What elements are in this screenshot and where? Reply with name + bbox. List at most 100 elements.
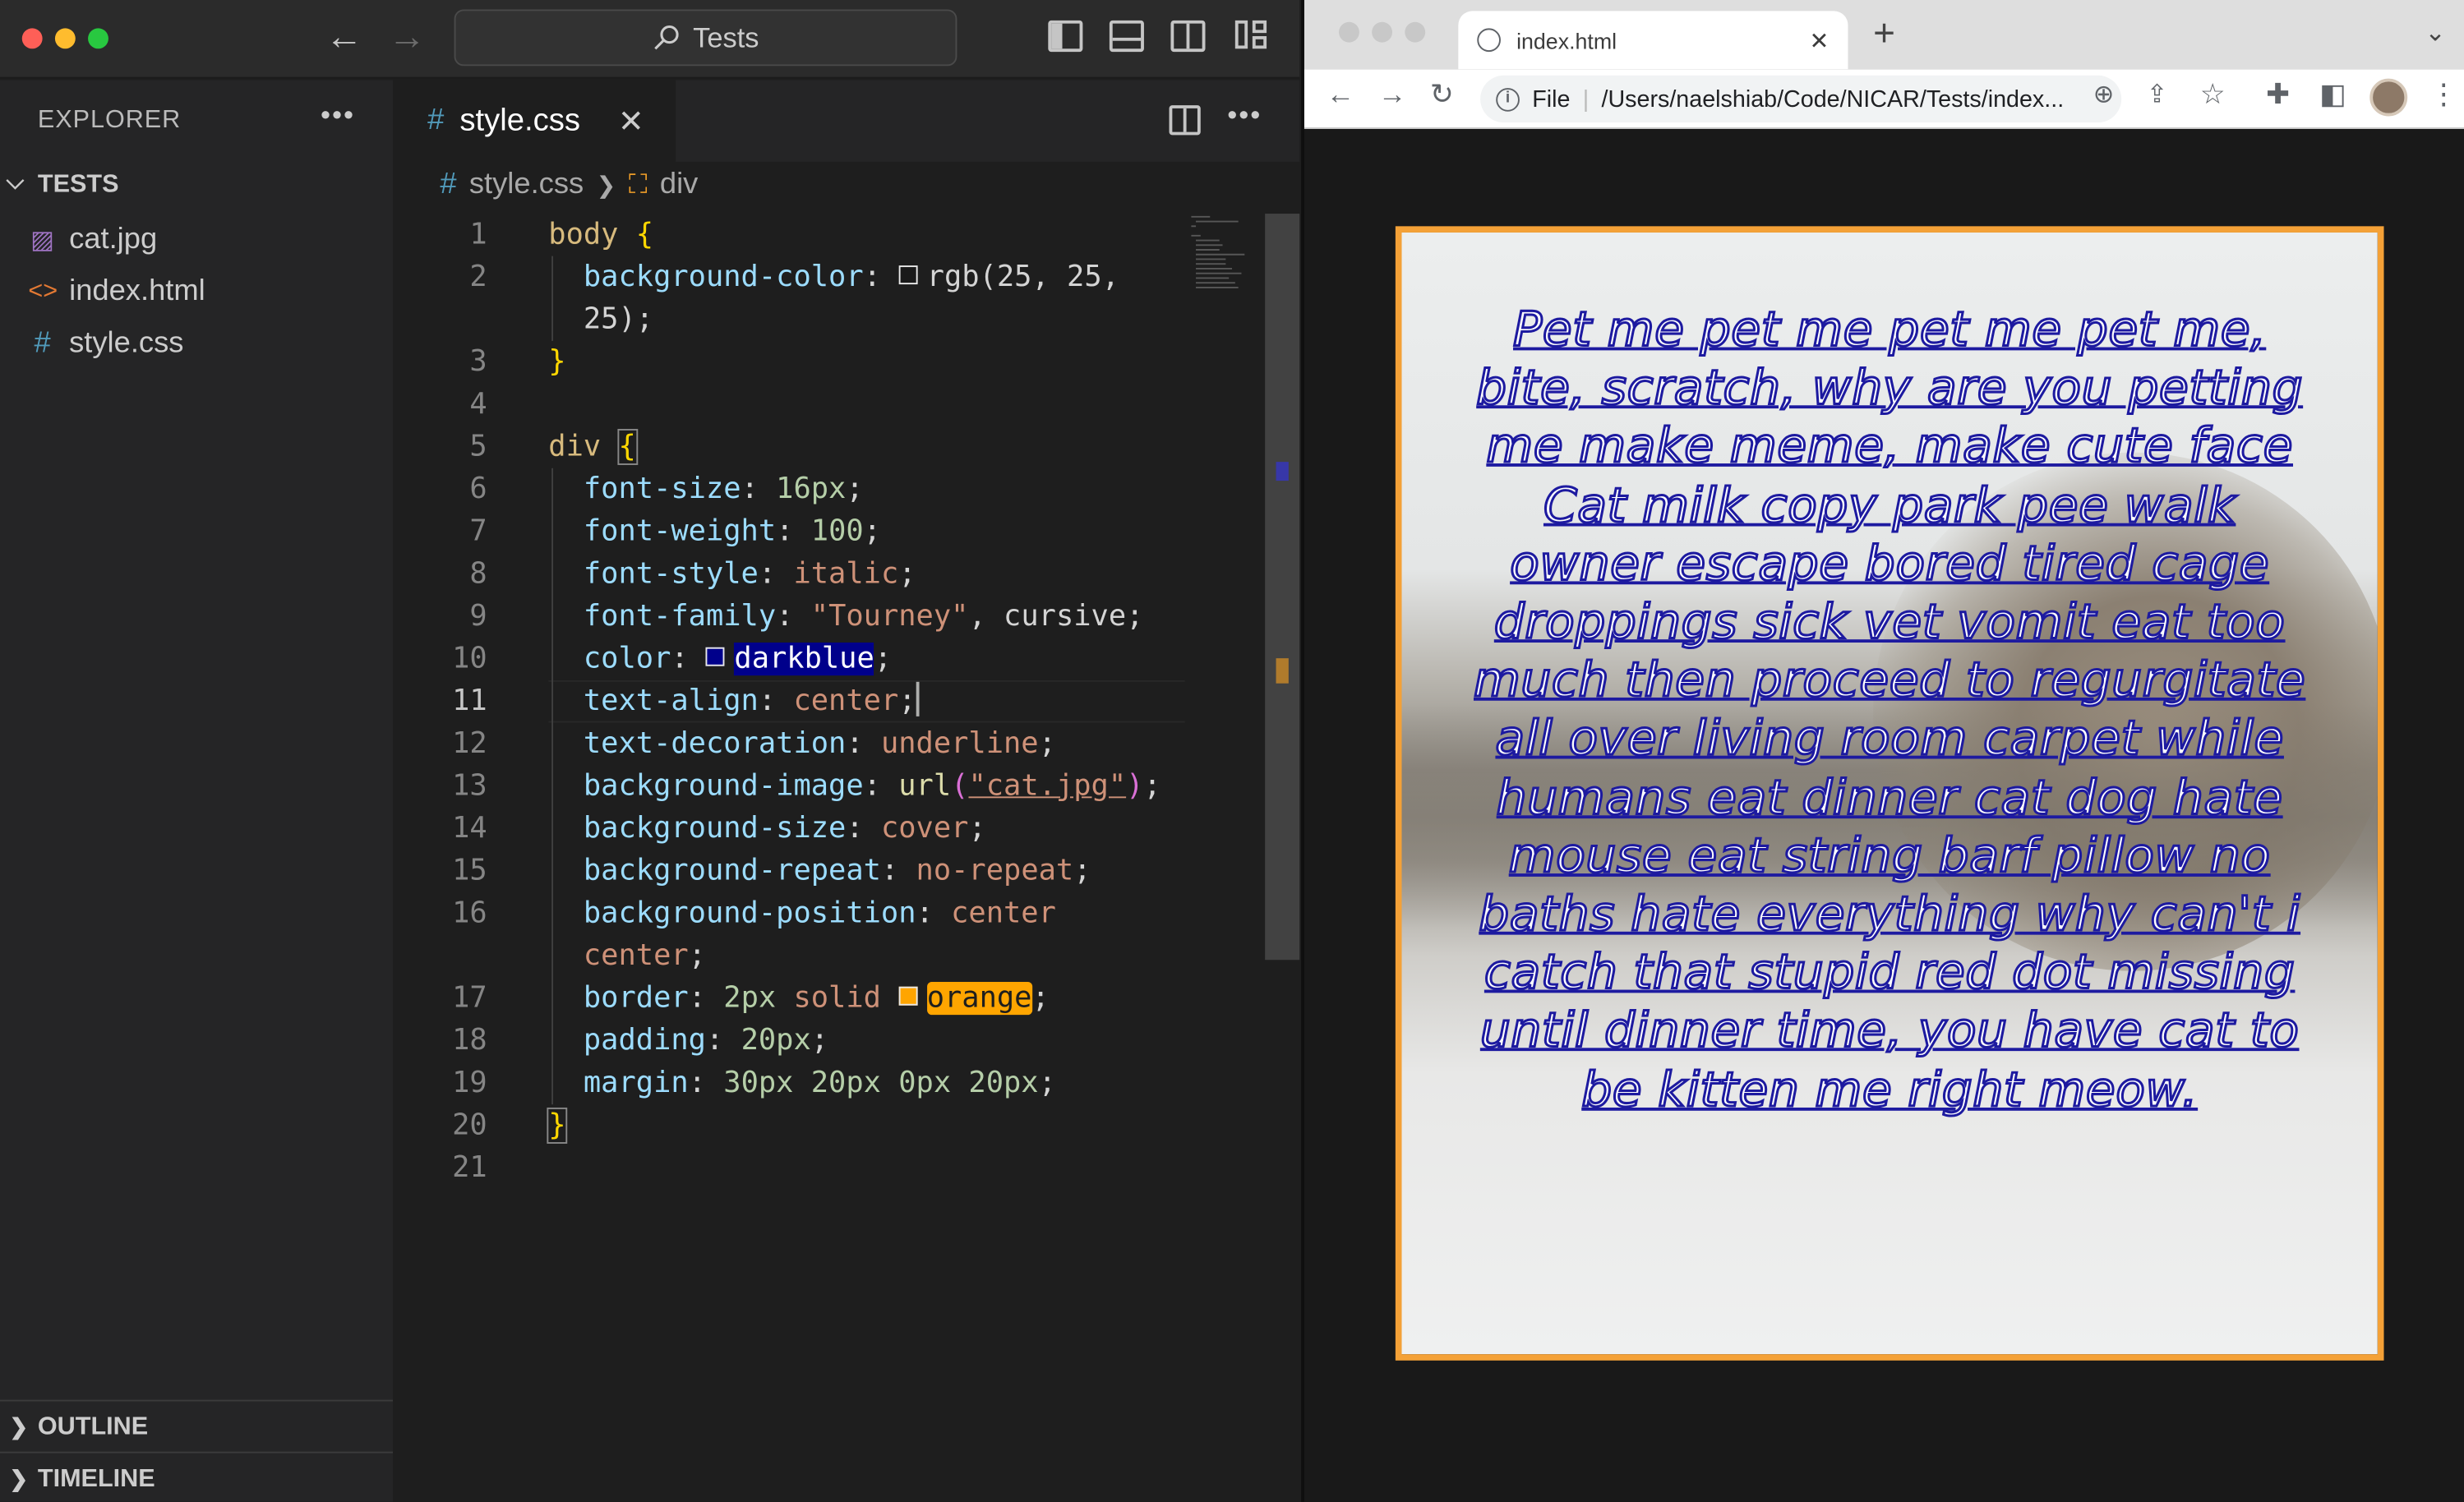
desktop: ← → Tests EXPLORER ••• ⌵ TESTS ▨ cat.jpg… bbox=[0, 0, 2464, 1502]
side-panel-icon[interactable]: ◧ bbox=[2319, 79, 2346, 112]
symbol-class-icon: ⛶ bbox=[628, 169, 648, 200]
folder-label: TESTS bbox=[37, 171, 119, 198]
explorer-title: EXPLORER bbox=[37, 107, 182, 134]
more-menu-icon[interactable]: ⋮ bbox=[2429, 79, 2457, 112]
html-file-icon: <> bbox=[28, 278, 58, 305]
code-line: 5 div { bbox=[469, 428, 638, 465]
vertical-scrollbar[interactable] bbox=[1265, 214, 1300, 961]
breadcrumb-symbol[interactable]: div bbox=[660, 168, 698, 203]
new-tab-button[interactable]: + bbox=[1873, 12, 1895, 57]
color-swatch[interactable] bbox=[705, 647, 725, 666]
css-file-icon: # bbox=[34, 326, 51, 360]
code-line: 1 body { bbox=[469, 218, 654, 251]
close-tab-icon[interactable]: ✕ bbox=[1810, 26, 1830, 54]
reload-icon[interactable]: ↻ bbox=[1430, 79, 1454, 112]
code-line: 2 background-color: rgb(25, 25, bbox=[469, 260, 1119, 294]
file-label: cat.jpg bbox=[69, 223, 158, 256]
search-icon bbox=[654, 25, 679, 50]
toggle-panel-icon[interactable] bbox=[1109, 20, 1144, 53]
code-line: 6 font-size: 16px; bbox=[469, 472, 864, 506]
code-line: 19 margin: 30px 20px 0px 20px; bbox=[452, 1067, 1056, 1100]
explorer-sidebar: EXPLORER ••• ⌵ TESTS ▨ cat.jpg <> index.… bbox=[0, 80, 393, 1502]
browser-window: index.html ✕ + ⌄ ← → ↻ i File | /Users/n… bbox=[1301, 0, 2464, 1502]
color-swatch[interactable] bbox=[898, 986, 918, 1006]
chevron-down-icon: ⌵ bbox=[6, 168, 25, 196]
code-line-wrap: center; bbox=[583, 939, 706, 973]
breadcrumb: # style.css ❯ ⛶ div bbox=[440, 168, 698, 203]
tab-style-css[interactable]: # style.css ✕ bbox=[393, 80, 676, 162]
chevron-right-icon: ❯ bbox=[596, 173, 616, 200]
outline-panel-header[interactable]: ❯ OUTLINE bbox=[0, 1399, 393, 1452]
file-cat-jpg[interactable]: ▨ cat.jpg bbox=[28, 217, 157, 264]
command-center[interactable]: Tests bbox=[454, 9, 957, 67]
profile-avatar[interactable] bbox=[2369, 78, 2408, 117]
code-line: 21 bbox=[452, 1151, 487, 1185]
tab-bar: # style.css ✕ ••• bbox=[393, 80, 1300, 162]
code-line: 13 background-image: url("cat.jpg"); bbox=[452, 769, 1161, 804]
code-line: 17 border: 2px solid orange; bbox=[452, 981, 1050, 1016]
zoom-window-button[interactable] bbox=[1405, 21, 1426, 43]
image-file-icon: ▨ bbox=[30, 228, 55, 255]
browser-tab-title: index.html bbox=[1516, 27, 1617, 53]
file-label: index.html bbox=[69, 274, 205, 308]
toggle-secondary-sidebar-icon[interactable] bbox=[1170, 20, 1206, 53]
address-scheme: File bbox=[1532, 85, 1571, 113]
timeline-label: TIMELINE bbox=[37, 1465, 155, 1493]
tab-search-chevron-icon[interactable]: ⌄ bbox=[2425, 17, 2446, 48]
address-bar[interactable]: i File | /Users/naelshiab/Code/NICAR/Tes… bbox=[1480, 75, 2122, 123]
code-line: 9 font-family: "Tourney", cursive; bbox=[469, 600, 1144, 634]
code-line: 8 font-style: italic; bbox=[469, 557, 916, 591]
minimap[interactable] bbox=[1191, 214, 1253, 293]
scrollbar-marker bbox=[1276, 462, 1289, 481]
bookmark-star-icon[interactable]: ☆ bbox=[2200, 79, 2226, 112]
toggle-primary-sidebar-icon[interactable] bbox=[1048, 20, 1083, 53]
scrollbar-marker bbox=[1276, 658, 1289, 684]
css-file-icon: # bbox=[427, 104, 445, 137]
file-label: style.css bbox=[69, 326, 184, 360]
code-line: 18 padding: 20px; bbox=[452, 1024, 829, 1057]
back-arrow-icon[interactable]: ← bbox=[325, 16, 363, 60]
folder-tests[interactable]: ⌵ TESTS bbox=[0, 168, 393, 209]
close-tab-icon[interactable]: ✕ bbox=[618, 101, 644, 141]
vscode-window: ← → Tests EXPLORER ••• ⌵ TESTS ▨ cat.jpg… bbox=[0, 0, 1300, 1502]
breadcrumb-file[interactable]: style.css bbox=[469, 168, 584, 203]
browser-tab[interactable]: index.html ✕ bbox=[1458, 11, 1848, 70]
page-viewport: Pet me pet me pet me pet me, bite, scrat… bbox=[1304, 130, 2464, 1502]
forward-arrow-icon[interactable]: → bbox=[388, 16, 426, 60]
code-line: 20} bbox=[452, 1107, 568, 1144]
outline-label: OUTLINE bbox=[37, 1413, 149, 1441]
forward-arrow-icon[interactable]: → bbox=[1378, 79, 1406, 112]
chevron-right-icon: ❯ bbox=[9, 1465, 28, 1491]
extensions-puzzle-icon[interactable]: ✚ bbox=[2266, 79, 2290, 112]
zoom-icon[interactable]: ⊕ bbox=[2093, 79, 2115, 110]
code-line: 12 text-decoration: underline; bbox=[452, 727, 1056, 761]
minimize-window-button[interactable] bbox=[54, 28, 76, 49]
chevron-right-icon: ❯ bbox=[9, 1413, 28, 1440]
info-icon[interactable]: i bbox=[1496, 87, 1520, 111]
cat-text: Pet me pet me pet me pet me, bite, scrat… bbox=[1472, 302, 2306, 1119]
share-icon[interactable]: ⇪ bbox=[2147, 79, 2168, 110]
code-line: 10 color: darkblue; bbox=[452, 643, 893, 676]
more-actions-icon[interactable]: ••• bbox=[321, 99, 355, 131]
customize-layout-icon[interactable] bbox=[1234, 20, 1270, 52]
command-center-label: Tests bbox=[693, 21, 759, 53]
close-window-button[interactable] bbox=[1339, 21, 1359, 43]
timeline-panel-header[interactable]: ❯ TIMELINE bbox=[0, 1451, 393, 1502]
more-actions-icon[interactable]: ••• bbox=[1227, 99, 1262, 131]
tab-label: style.css bbox=[459, 103, 581, 138]
title-bar: ← → Tests bbox=[0, 0, 1300, 79]
code-line-current: 11 text-align: center; bbox=[393, 680, 1273, 723]
file-index-html[interactable]: <> index.html bbox=[28, 269, 205, 316]
minimize-window-button[interactable] bbox=[1372, 21, 1393, 43]
color-swatch[interactable] bbox=[898, 265, 918, 285]
zoom-window-button[interactable] bbox=[88, 28, 108, 49]
close-window-button[interactable] bbox=[21, 28, 43, 49]
code-line: 3} bbox=[469, 345, 566, 379]
code-line: 16 background-position: center bbox=[452, 896, 1056, 930]
cat-div: Pet me pet me pet me pet me, bite, scrat… bbox=[1395, 226, 2384, 1361]
editor-area: # style.css ✕ ••• # style.css ❯ ⛶ div 1b… bbox=[393, 80, 1300, 1502]
back-arrow-icon[interactable]: ← bbox=[1327, 79, 1354, 112]
split-editor-icon[interactable] bbox=[1169, 105, 1201, 136]
file-style-css[interactable]: # style.css bbox=[28, 320, 183, 367]
code-line: 4 bbox=[469, 388, 487, 422]
